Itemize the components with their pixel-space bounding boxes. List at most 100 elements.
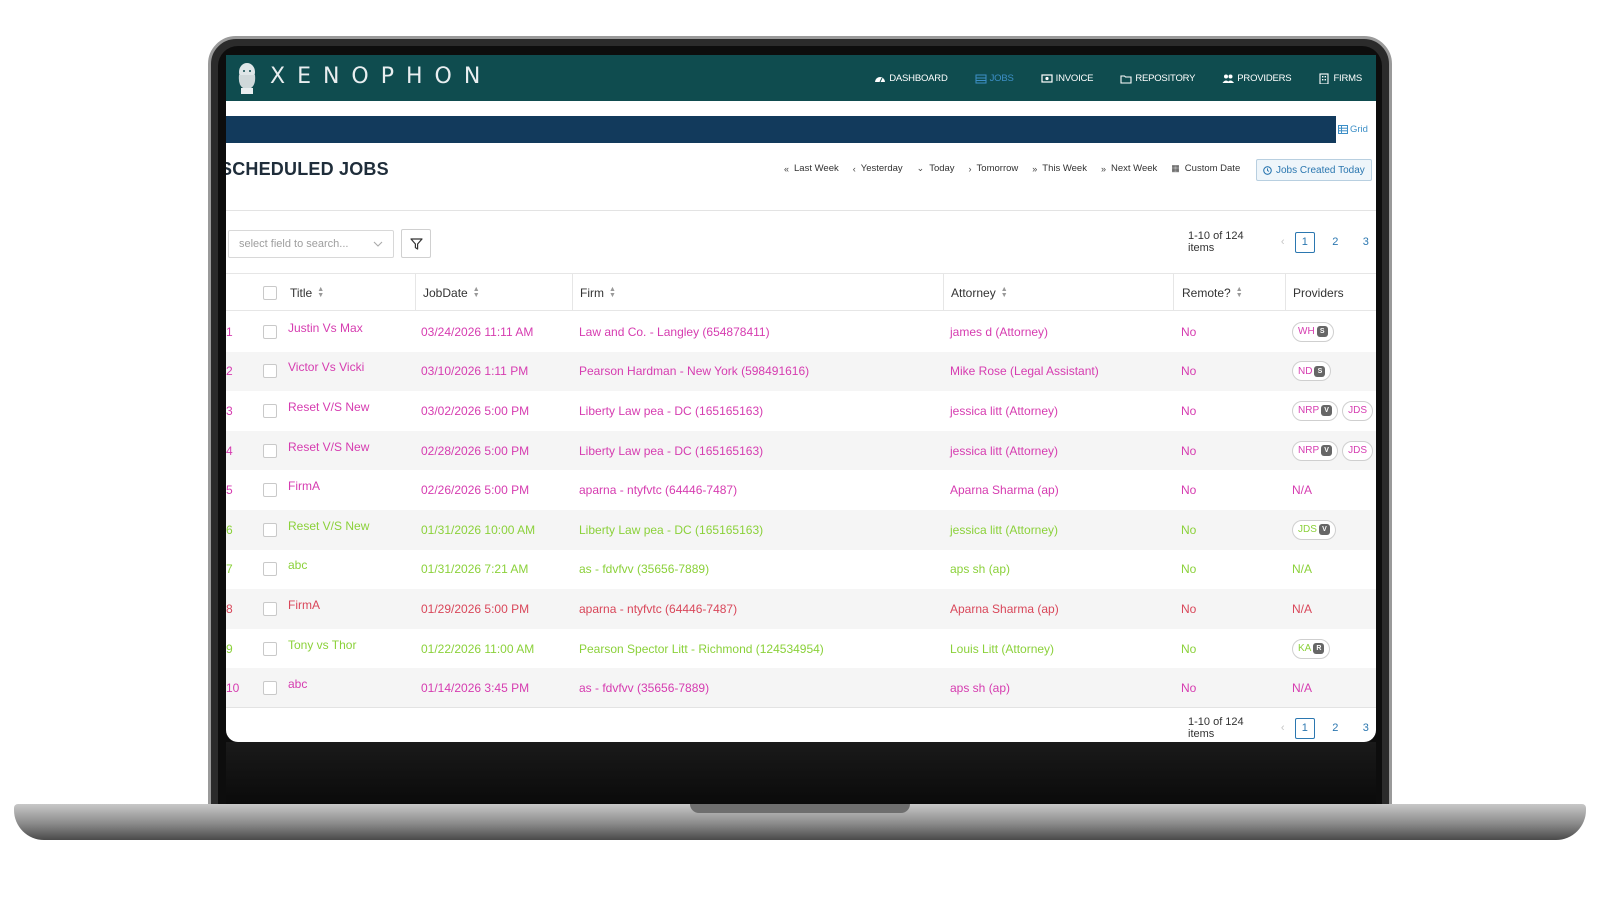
provider-chip[interactable]: WH S (1292, 321, 1334, 342)
col-attorney-header[interactable]: Attorney ▲ ▼ (951, 274, 1008, 311)
row-checkbox[interactable] (263, 403, 277, 418)
provider-chip[interactable]: JDS (1342, 400, 1374, 421)
page-link-2[interactable]: 2 (1325, 718, 1345, 739)
job-title[interactable]: FirmA (288, 585, 320, 625)
job-title[interactable]: abc (288, 546, 307, 586)
row-checkbox[interactable] (263, 522, 277, 537)
table-row[interactable]: 7 abc 01/31/2026 7:21 AM as - fdvfvv (35656… (226, 550, 1376, 590)
provider-chip[interactable]: JDS V (1292, 519, 1336, 540)
row-checkbox[interactable] (263, 443, 277, 458)
grid-view-label: Grid (1350, 124, 1368, 135)
provider-name: JDS (1298, 524, 1317, 536)
job-remote: No (1181, 562, 1197, 577)
page-link-1[interactable]: 1 (1294, 717, 1316, 739)
job-firm: aparna - ntyfvtc (64446-7487) (579, 483, 738, 498)
top-navbar: XENOPHON DASHBOARD JOBS INVOICE REPOSITORY P… (226, 55, 1376, 101)
nav-item-invoice[interactable]: INVOICE (1041, 73, 1094, 84)
row-checkbox[interactable] (263, 562, 277, 577)
col-jobdate-header[interactable]: JobDate ▲ ▼ (423, 274, 480, 311)
job-title[interactable]: Reset V/S New (288, 387, 369, 427)
job-title[interactable]: Victor Vs Vicki (288, 348, 364, 388)
nav-item-providers[interactable]: PROVIDERS (1222, 73, 1292, 84)
table-row[interactable]: 3 Reset V/S New 03/02/2026 5:00 PM Liberty … (226, 391, 1376, 431)
prev-page-icon[interactable]: ‹ (1281, 236, 1285, 248)
table-row[interactable]: 9 Tony vs Thor 01/22/2026 11:00 AM Pearson … (226, 629, 1376, 669)
job-title[interactable]: abc (288, 664, 307, 704)
table-row[interactable]: 6 Reset V/S New 01/31/2026 10:00 AM Liberty… (226, 510, 1376, 550)
provider-type-badge: V (1321, 405, 1333, 417)
date-filter-custom-date[interactable]: ▦ Custom Date (1171, 163, 1240, 174)
select-all-checkbox[interactable] (263, 285, 277, 300)
provider-name: WH (1298, 326, 1315, 338)
job-remote: No (1181, 522, 1197, 537)
date-filter-tomorrow[interactable]: › Tomorrow (969, 163, 1019, 174)
job-attorney: aps sh (ap) (950, 681, 1011, 696)
providers-na: N/A (1292, 483, 1313, 498)
date-filter-next-week[interactable]: » Next Week (1101, 163, 1157, 174)
row-checkbox[interactable] (263, 324, 277, 339)
jobs-created-today-button[interactable]: Jobs Created Today (1256, 159, 1372, 181)
date-filter-last-week[interactable]: « Last Week (784, 163, 839, 174)
job-title[interactable]: FirmA (288, 466, 320, 506)
provider-chip[interactable]: ND S (1292, 361, 1332, 382)
provider-chip[interactable]: NRP V (1292, 440, 1339, 461)
job-title[interactable]: Justin Vs Max (288, 308, 363, 348)
row-checkbox[interactable] (263, 364, 277, 379)
filter-button[interactable] (401, 229, 431, 258)
calendar-icon: ▦ (1171, 163, 1180, 173)
provider-chip[interactable]: KA R (1292, 638, 1331, 659)
col-title-header[interactable]: Title ▲ ▼ (290, 274, 324, 311)
job-attorney: jessica litt (Attorney) (950, 443, 1059, 458)
table-row[interactable]: 10 abc 01/14/2026 3:45 PM as - fdvfvv (3565… (226, 668, 1376, 708)
job-title[interactable]: Tony vs Thor (288, 625, 356, 665)
grid-view-toggle[interactable]: Grid (1338, 124, 1368, 135)
page-link-3[interactable]: 3 (1356, 232, 1376, 253)
prev-page-icon[interactable]: ‹ (1281, 722, 1285, 734)
table-row[interactable]: 1 Justin Vs Max 03/24/2026 11:11 AM Law and… (226, 312, 1376, 352)
col-title-label: Title (290, 285, 313, 300)
row-checkbox[interactable] (263, 483, 277, 498)
sort-icon: ▲ ▼ (1000, 285, 1008, 299)
job-providers: WH S (1292, 312, 1338, 352)
job-date: 03/10/2026 1:11 PM (421, 364, 529, 379)
job-providers: KA R (1292, 629, 1334, 669)
job-providers: JDS V (1292, 510, 1340, 550)
search-field-select[interactable]: select field to search... (228, 230, 394, 258)
date-filter-label: Today (929, 163, 955, 174)
provider-type-badge: V (1321, 445, 1333, 457)
provider-chip[interactable]: NRP V (1292, 400, 1339, 421)
job-title[interactable]: Reset V/S New (288, 506, 369, 546)
row-checkbox[interactable] (263, 601, 277, 616)
page-link-2[interactable]: 2 (1325, 232, 1345, 253)
grid-icon (1338, 125, 1348, 134)
date-filter-today[interactable]: ⌄ Today (917, 163, 955, 174)
table-row[interactable]: 5 FirmA 02/26/2026 5:00 PM aparna - ntyfvtc… (226, 470, 1376, 510)
table-row[interactable]: 2 Victor Vs Vicki 03/10/2026 1:11 PM Pearso… (226, 351, 1376, 392)
provider-type-badge: S (1314, 365, 1326, 377)
nav-item-jobs[interactable]: JOBS (975, 73, 1014, 84)
nav-item-dashboard[interactable]: DASHBOARD (874, 72, 948, 84)
job-attorney: Aparna Sharma (ap) (950, 601, 1059, 616)
page-link-1[interactable]: 1 (1294, 231, 1316, 253)
provider-name: KA (1298, 643, 1312, 655)
date-filter-yesterday[interactable]: ‹ Yesterday (853, 163, 903, 174)
page-link-3[interactable]: 3 (1356, 718, 1376, 739)
nav-item-firms[interactable]: FIRMS (1318, 73, 1362, 84)
col-remote-header[interactable]: Remote? ▲ ▼ (1182, 274, 1243, 311)
laptop-keyboard-shadow (226, 742, 1376, 806)
table-row[interactable]: 8 FirmA 01/29/2026 5:00 PM aparna - ntyfvtc… (226, 589, 1376, 629)
row-checkbox[interactable] (263, 641, 277, 656)
nav-item-repository[interactable]: REPOSITORY (1120, 73, 1195, 84)
job-title[interactable]: Reset V/S New (288, 427, 369, 467)
date-filter-this-week[interactable]: » This Week (1032, 163, 1087, 174)
row-checkbox[interactable] (263, 681, 277, 696)
header-divider (226, 210, 1376, 211)
col-firm-header[interactable]: Firm ▲ ▼ (580, 274, 616, 311)
row-number: 1 (226, 324, 233, 339)
sort-icon: ▲ ▼ (609, 285, 616, 299)
provider-chip[interactable]: JDS (1342, 440, 1374, 461)
nav-item-label: DASHBOARD (889, 72, 948, 84)
provider-type-badge: R (1313, 643, 1325, 655)
job-date: 01/31/2026 7:21 AM (421, 562, 529, 577)
table-row[interactable]: 4 Reset V/S New 02/28/2026 5:00 PM Liberty … (226, 430, 1376, 471)
